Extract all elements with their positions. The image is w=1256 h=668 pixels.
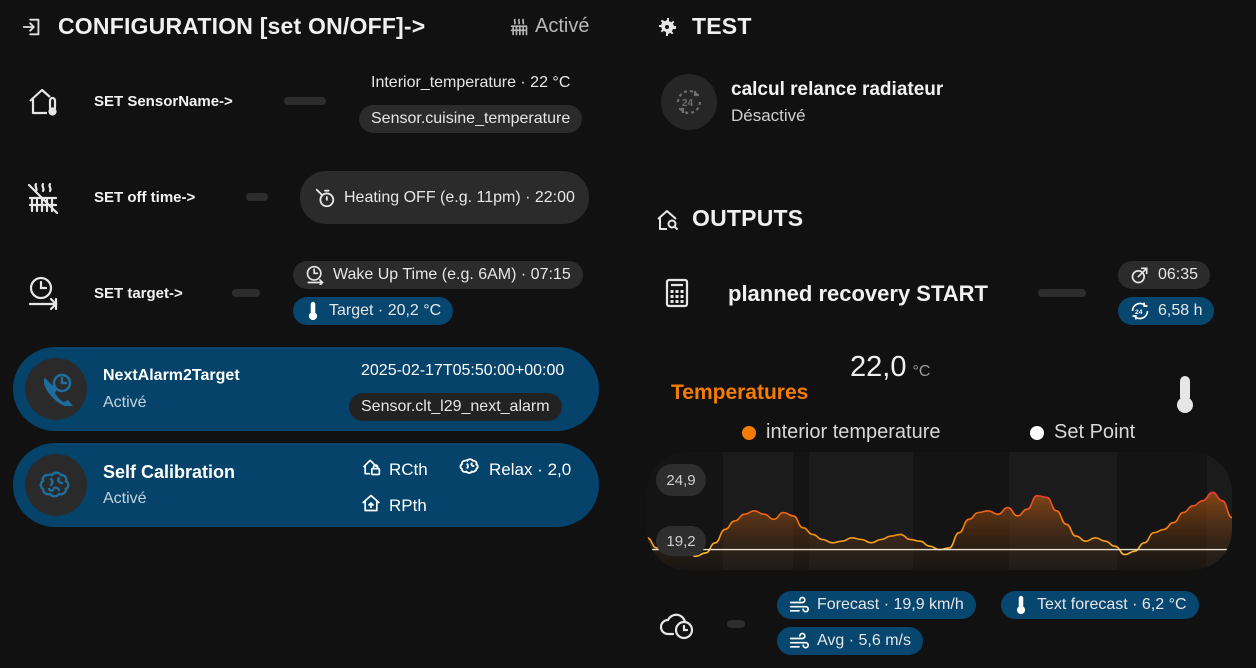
axis-min-badge: 19,2	[656, 526, 706, 556]
start-time-chip[interactable]: 06:35	[1118, 261, 1211, 289]
test-item-status: Désactivé	[731, 106, 806, 125]
heating-off-label: Heating OFF (e.g. 11pm) · 22:00	[344, 188, 575, 206]
outputs-title: OUTPUTS	[692, 205, 804, 231]
current-temperature: 22,0 °C	[850, 351, 930, 384]
legend-dot-setpoint	[1030, 425, 1044, 440]
rpth-label: RPth	[389, 495, 427, 515]
forecast-label: Forecast · 19,9 km/h	[817, 596, 964, 613]
legend-dot-interior	[742, 425, 756, 440]
test-title: TEST	[692, 13, 752, 39]
heating-off-chip[interactable]: Heating OFF (e.g. 11pm) · 22:00	[300, 171, 589, 224]
avg-chip[interactable]: Avg · 5,6 m/s	[777, 627, 923, 655]
hours-24-icon: 24	[676, 90, 702, 114]
legend-item-interior[interactable]: interior temperature	[742, 421, 941, 444]
test-item-title: calcul relance radiateur	[731, 79, 944, 100]
brain-icon-wrap	[25, 454, 87, 516]
alarm-entity-chip[interactable]: Sensor.clt_l29_next_alarm	[349, 393, 562, 421]
legend-label-interior: interior temperature	[766, 421, 941, 443]
alarm-clock-icon	[305, 265, 325, 285]
rcth-item[interactable]: RCth	[361, 457, 428, 482]
calibration-status: Activé	[103, 490, 147, 507]
legend-item-setpoint[interactable]: Set Point	[1030, 421, 1135, 444]
calibration-title: Self Calibration	[103, 462, 236, 482]
axis-max-badge: 24,9	[656, 464, 706, 496]
sensor-name-label: SET SensorName->	[94, 93, 233, 110]
text-forecast-label: Text forecast · 6,2 °C	[1037, 596, 1187, 613]
temperature-graph	[647, 452, 1232, 570]
target-toggle[interactable]	[232, 289, 260, 297]
rpth-item[interactable]: RPth	[361, 493, 427, 518]
rcth-label: RCth	[389, 459, 428, 479]
target-chip[interactable]: Target · 20,2 °C	[293, 297, 454, 325]
legend-label-setpoint: Set Point	[1054, 421, 1136, 443]
wake-up-label: Wake Up Time (e.g. 6AM) · 07:15	[333, 266, 571, 283]
calculator-icon	[664, 277, 690, 309]
current-value: 22,0	[850, 351, 907, 383]
home-search-icon	[655, 207, 681, 233]
radiator-icon	[508, 16, 530, 38]
axis-max-label: 24,9	[666, 471, 696, 489]
hours-24-small-icon: 24	[1130, 301, 1150, 321]
text-forecast-chip[interactable]: Text forecast · 6,2 °C	[1001, 591, 1199, 619]
timer-arrow-icon	[1130, 265, 1150, 285]
gear-icon	[654, 14, 680, 40]
off-time-label: SET off time->	[94, 189, 196, 206]
thermometer-small-icon	[1013, 595, 1029, 615]
target-chip-label: Target · 20,2 °C	[329, 302, 442, 319]
phone-clock-icon-wrap	[25, 358, 87, 420]
alarm-status: Activé	[103, 394, 147, 411]
brain-icon	[39, 471, 70, 498]
login-icon	[20, 15, 44, 39]
home-thermometer-icon	[26, 84, 60, 118]
wind-icon	[789, 596, 809, 614]
brain-small-icon	[459, 457, 481, 482]
wind-avg-icon	[789, 632, 809, 650]
config-title: CONFIGURATION [set ON/OFF]->	[58, 13, 426, 39]
hours-label: 6,58 h	[1158, 302, 1203, 319]
sensor-entity-label: Sensor.cuisine_temperature	[371, 110, 571, 127]
thermometer-large-icon	[1172, 373, 1198, 415]
alarm-title: NextAlarm2Target	[103, 367, 240, 384]
sensor-entity-chip[interactable]: Sensor.cuisine_temperature	[359, 105, 583, 133]
clock-arrow-icon	[26, 275, 60, 311]
wake-up-chip[interactable]: Wake Up Time (e.g. 6AM) · 07:15	[293, 261, 583, 289]
off-time-toggle[interactable]	[246, 193, 268, 201]
heating-off-icon	[26, 181, 60, 215]
timer-off-icon	[314, 187, 336, 209]
thermometer-icon	[305, 301, 321, 321]
self-calibration-card[interactable]	[13, 443, 599, 527]
start-time-label: 06:35	[1158, 266, 1199, 283]
alarm-entity-label: Sensor.clt_l29_next_alarm	[361, 398, 550, 415]
axis-min-label: 19,2	[666, 532, 696, 550]
relax-item[interactable]: Relax · 2,0	[459, 457, 571, 482]
svg-text:24: 24	[682, 98, 694, 109]
home-lock-icon	[361, 457, 381, 482]
forecast-chip[interactable]: Forecast · 19,9 km/h	[777, 591, 976, 619]
hours-24-icon-wrap[interactable]: 24	[661, 74, 717, 130]
config-status: Activé	[535, 15, 590, 37]
recovery-toggle[interactable]	[1038, 289, 1086, 297]
avg-label: Avg · 5,6 m/s	[817, 632, 911, 649]
sensor-name-toggle[interactable]	[284, 97, 326, 105]
sensor-value-text: Interior_temperature · 22 °C	[371, 74, 571, 91]
alarm-value: 2025-02-17T05:50:00+00:00	[361, 362, 565, 379]
hours-chip[interactable]: 24 6,58 h	[1118, 297, 1215, 325]
phone-clock-icon	[43, 373, 73, 406]
graph-title: Temperatures	[671, 381, 809, 404]
current-unit: °C	[912, 363, 931, 380]
recovery-label: planned recovery START	[728, 281, 988, 306]
relax-label: Relax · 2,0	[489, 459, 572, 479]
home-export-icon	[361, 493, 381, 518]
cloud-clock-icon	[659, 609, 695, 641]
target-label: SET target->	[94, 285, 183, 302]
svg-text:24: 24	[1135, 309, 1143, 316]
weather-toggle[interactable]	[727, 620, 745, 628]
